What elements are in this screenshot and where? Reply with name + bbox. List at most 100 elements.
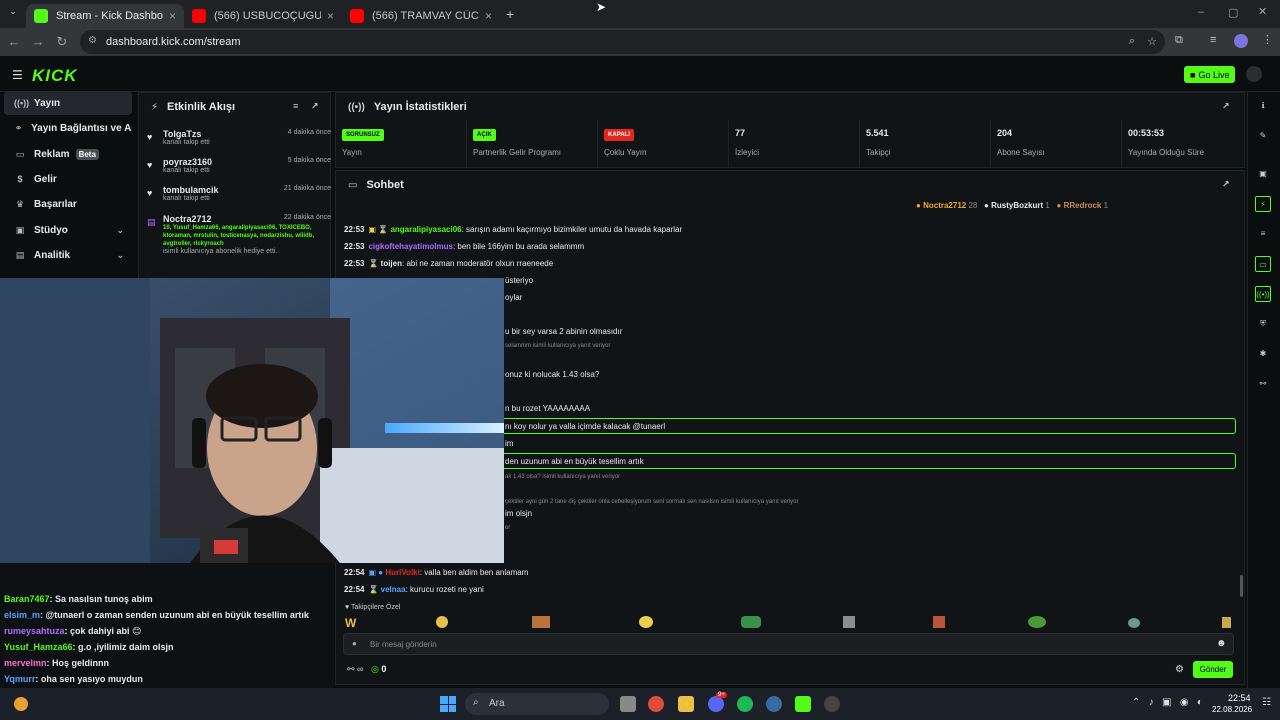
pencil-icon[interactable]: ✎: [1255, 128, 1271, 144]
emote-icon[interactable]: [436, 616, 448, 628]
link-icon: ⚭: [14, 122, 23, 133]
close-icon[interactable]: ×: [169, 9, 176, 23]
clock-date[interactable]: 22.08.2026: [1212, 705, 1252, 714]
spotify-icon[interactable]: [737, 696, 753, 712]
discord-icon[interactable]: [708, 696, 724, 712]
shield-icon[interactable]: ⛨: [1255, 316, 1271, 332]
player-icon[interactable]: ▣: [1255, 166, 1271, 182]
leader-name[interactable]: Noctra2712: [923, 201, 966, 210]
popout-icon[interactable]: ↗: [1222, 101, 1230, 112]
profile-avatar[interactable]: [1234, 34, 1248, 48]
stat-label: Yayında Olduğu Süre: [1128, 148, 1204, 157]
share-icon[interactable]: ⚯ ∞: [347, 664, 363, 674]
forward-icon[interactable]: →: [26, 34, 50, 49]
file-explorer-icon[interactable]: [678, 696, 694, 712]
address-bar[interactable]: ⚙ dashboard.kick.com/stream ⌕ ☆: [80, 30, 1165, 54]
emoji-icon[interactable]: ☻: [1216, 638, 1227, 649]
webcam-overlay: [0, 278, 504, 563]
sidebar-item-basarilar[interactable]: ♛ Başarılar: [4, 192, 132, 216]
message-user[interactable]: angaralipiyasaci06: [390, 225, 461, 234]
emote-icon[interactable]: [532, 616, 550, 628]
task-view-icon[interactable]: [620, 696, 636, 712]
obs-icon[interactable]: [824, 696, 840, 712]
chat-settings-icon[interactable]: ⚙: [1175, 664, 1184, 675]
leader-name[interactable]: RustyBozkurt: [991, 201, 1043, 210]
message-time: 22:53: [344, 242, 365, 251]
popout-icon[interactable]: ↗: [311, 101, 319, 112]
user-icon: ●: [352, 639, 357, 648]
minimize-button[interactable]: –: [1198, 6, 1204, 18]
wrench-icon[interactable]: ✱: [1255, 346, 1271, 362]
popout-icon[interactable]: ↗: [1222, 179, 1230, 190]
emote-w[interactable]: W: [345, 616, 356, 630]
leader-name[interactable]: RRedrock: [1064, 201, 1102, 210]
event-item: ♥ tombulamcik kanalı takip etti 21 dakik…: [147, 185, 331, 202]
tab-youtube-1[interactable]: (566) USBUCOÇUGU | Madara ... ×: [184, 4, 342, 28]
browser-menu-icon[interactable]: ⋮: [1262, 33, 1273, 46]
go-live-button[interactable]: ■ Go Live: [1184, 66, 1236, 83]
sidebar-item-analitik[interactable]: ▤ Analitik ⌄: [4, 243, 132, 267]
taskbar-search[interactable]: ⌕ Ara: [465, 693, 609, 715]
steam-icon[interactable]: [766, 696, 782, 712]
notification-icon[interactable]: ☷: [1262, 697, 1271, 708]
message-user[interactable]: HuriVolki: [385, 568, 420, 577]
overlay-chat-text: : g.o ,iyilimiz daim olsjn: [72, 641, 174, 652]
sidebar-item-gelir[interactable]: $ Gelir: [4, 167, 132, 191]
media-control-icon[interactable]: ≡: [1210, 34, 1216, 46]
sidebar-item-reklam[interactable]: ▭ Reklam Beta: [4, 142, 132, 166]
badge-icon: ⌛: [368, 259, 381, 268]
sidebar-item-studyo[interactable]: ▣ Stüdyo ⌄: [4, 218, 132, 242]
windows-start-icon[interactable]: [440, 696, 456, 712]
message-user[interactable]: toijen: [381, 259, 402, 268]
message-user[interactable]: velnaa: [381, 585, 406, 594]
kick-logo[interactable]: KICK: [32, 66, 78, 86]
lightning-icon[interactable]: ⚡: [1255, 196, 1271, 212]
new-tab-button[interactable]: +: [506, 6, 514, 22]
site-info-icon[interactable]: ⚙: [88, 35, 97, 46]
zoom-icon[interactable]: ⌕: [1129, 35, 1135, 48]
close-icon[interactable]: ×: [485, 9, 492, 23]
hamburger-menu-icon[interactable]: ☰: [12, 68, 23, 82]
emote-icon[interactable]: [1028, 616, 1046, 628]
close-icon[interactable]: ×: [327, 9, 334, 23]
tab-youtube-2[interactable]: (566) TRAMVAY CÜCESİ - YouTu... ×: [342, 4, 500, 28]
chat-input[interactable]: ● Bir mesaj gönderin ☻: [343, 633, 1234, 655]
kick-app-icon[interactable]: [795, 696, 811, 712]
reload-icon[interactable]: ↻: [50, 34, 74, 50]
status-pill: KAPALI: [604, 129, 634, 141]
emote-icon[interactable]: [843, 616, 855, 628]
emote-icon[interactable]: [1128, 618, 1140, 628]
emote-icon[interactable]: [741, 616, 761, 628]
chat-scrollbar[interactable]: [1240, 575, 1243, 597]
broadcast-icon: ((•)): [14, 98, 30, 108]
stream-stats-header: ((•)) Yayın İstatistikleri ↗: [336, 93, 1244, 121]
weather-icon[interactable]: [14, 697, 28, 711]
share-icon[interactable]: ⚯: [1255, 376, 1271, 392]
message-user[interactable]: cigkoftehayatimolmus: [368, 242, 452, 251]
broadcast-icon: ((•)): [348, 101, 365, 113]
extensions-icon[interactable]: ⧉: [1175, 34, 1183, 47]
chat-icon[interactable]: ▭: [1255, 256, 1271, 272]
sidebar-item-yayin[interactable]: ((•)) Yayın: [4, 91, 132, 115]
list-icon[interactable]: ≡: [1255, 226, 1271, 242]
status-badge: AÇIK: [473, 128, 496, 141]
emote-icon[interactable]: [639, 616, 653, 628]
close-window-button[interactable]: ✕: [1258, 5, 1267, 18]
tab-kick-dashboard[interactable]: Stream - Kick Dashboard ×: [26, 4, 184, 28]
back-icon[interactable]: ←: [2, 34, 26, 49]
maximize-button[interactable]: ▢: [1228, 6, 1238, 19]
user-avatar[interactable]: [1246, 66, 1262, 82]
info-icon[interactable]: ℹ: [1255, 98, 1271, 114]
filter-icon[interactable]: ≡: [293, 101, 298, 111]
tray-icons[interactable]: ⌃ ♪ ▣ ◉ ◐: [1132, 697, 1203, 708]
chrome-icon[interactable]: [648, 696, 664, 712]
send-button[interactable]: Gönder: [1193, 661, 1233, 678]
bookmark-star-icon[interactable]: ☆: [1147, 35, 1157, 48]
tab-list-button[interactable]: ⌄: [6, 6, 20, 20]
emote-icon[interactable]: [933, 616, 945, 628]
broadcast-icon[interactable]: ((•)): [1255, 286, 1271, 302]
sidebar-item-baglanti[interactable]: ⚭ Yayın Bağlantısı ve Anahtarı: [4, 116, 132, 140]
sidebar-item-label: Reklam: [34, 148, 70, 160]
emote-icon[interactable]: [1222, 617, 1231, 628]
clock-time[interactable]: 22:54: [1228, 693, 1251, 703]
